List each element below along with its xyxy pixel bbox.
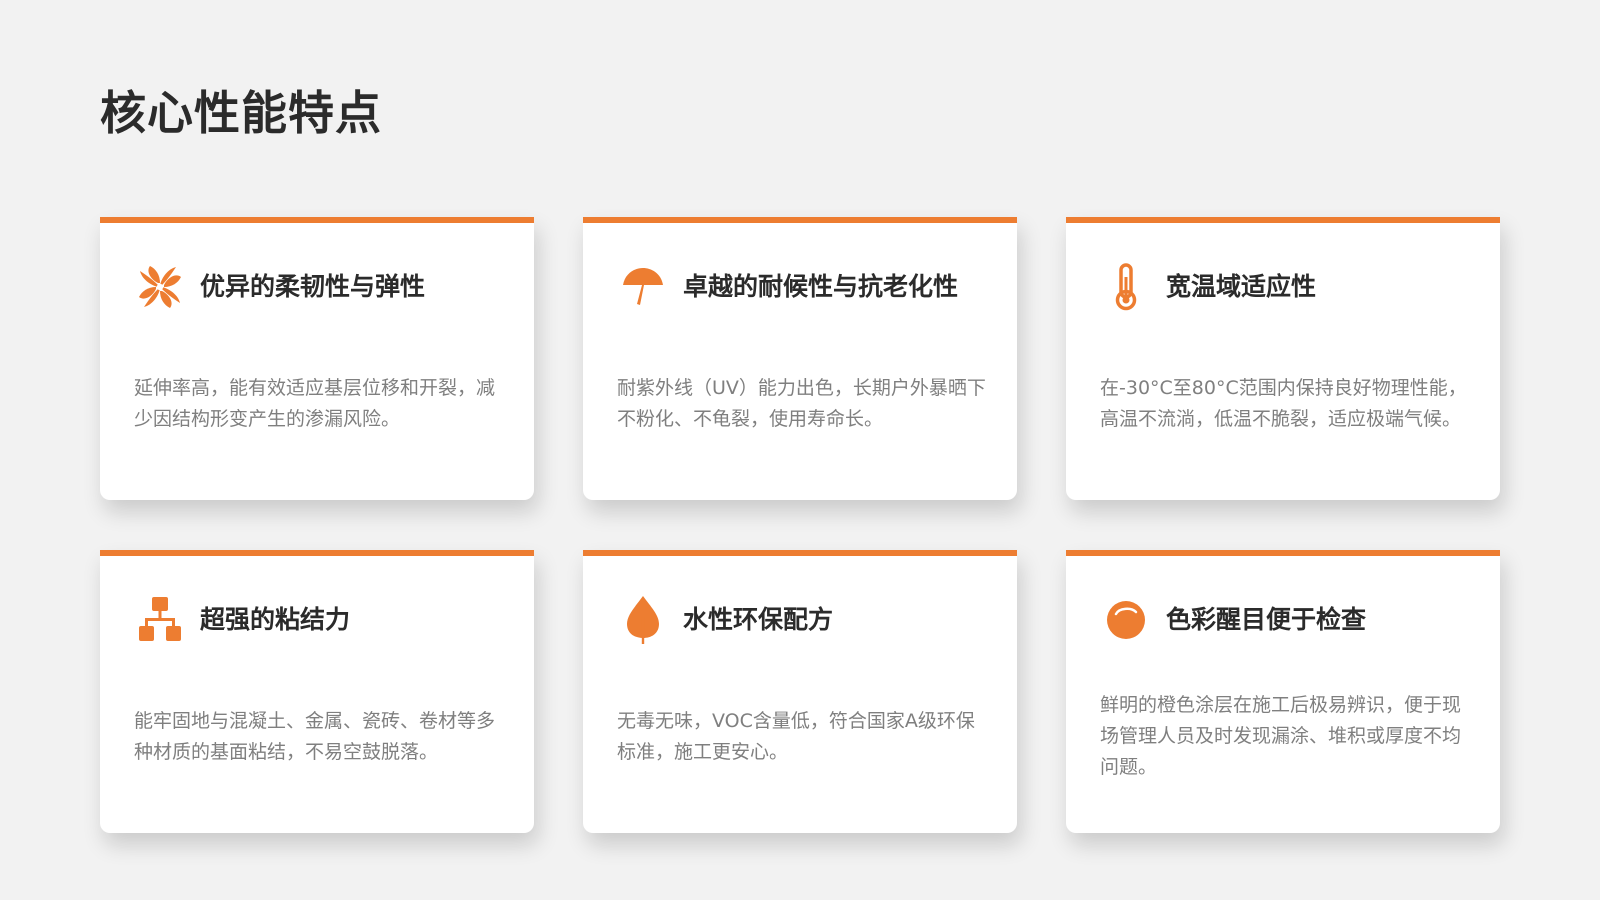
feature-grid: 优异的柔韧性与弹性 延伸率高，能有效适应基层位移和开裂，减少因结构形变产生的渗漏… [100,217,1500,833]
card-description: 延伸率高，能有效适应基层位移和开裂，减少因结构形变产生的渗漏风险。 [134,376,496,430]
feature-card-weather-resistance: 卓越的耐候性与抗老化性 耐紫外线（UV）能力出色，长期户外暴晒下不粉化、不龟裂，… [583,217,1017,500]
card-body: 能牢固地与混凝土、金属、瓷砖、卷材等多种材质的基面粘结，不易空鼓脱落。 [134,646,508,827]
card-title: 宽温域适应性 [1166,272,1317,301]
feature-card-adhesion: 超强的粘结力 能牢固地与混凝土、金属、瓷砖、卷材等多种材质的基面粘结，不易空鼓脱… [100,550,534,833]
card-header: 宽温域适应性 [1102,261,1480,313]
card-header: 优异的柔韧性与弹性 [136,261,514,313]
card-header: 色彩醒目便于检查 [1102,594,1480,646]
feature-card-color-visibility: 色彩醒目便于检查 鲜明的橙色涂层在施工后极易辨识，便于现场管理人员及时发现漏涂、… [1066,550,1500,833]
pinwheel-icon [136,263,184,311]
color-circle-icon [1102,596,1150,644]
card-description: 耐紫外线（UV）能力出色，长期户外暴晒下不粉化、不龟裂，使用寿命长。 [617,376,986,430]
card-description: 能牢固地与混凝土、金属、瓷砖、卷材等多种材质的基面粘结，不易空鼓脱落。 [134,709,496,763]
network-hierarchy-icon [136,596,184,644]
feature-card-temperature-range: 宽温域适应性 在-30°C至80°C范围内保持良好物理性能，高温不流淌，低温不脆… [1066,217,1500,500]
card-title: 水性环保配方 [683,605,834,634]
feature-card-eco-formula: 水性环保配方 无毒无味，VOC含量低，符合国家A级环保标准，施工更安心。 [583,550,1017,833]
card-body: 在-30°C至80°C范围内保持良好物理性能，高温不流淌，低温不脆裂，适应极端气… [1100,313,1474,494]
card-body: 无毒无味，VOC含量低，符合国家A级环保标准，施工更安心。 [617,646,991,827]
card-header: 卓越的耐候性与抗老化性 [619,261,997,313]
thermometer-icon [1102,263,1150,311]
leaf-icon [619,596,667,644]
card-description: 无毒无味，VOC含量低，符合国家A级环保标准，施工更安心。 [617,709,975,763]
card-title: 优异的柔韧性与弹性 [200,272,426,301]
card-body: 延伸率高，能有效适应基层位移和开裂，减少因结构形变产生的渗漏风险。 [134,313,508,494]
card-title: 超强的粘结力 [200,605,351,634]
page-title: 核心性能特点 [100,86,382,140]
card-header: 水性环保配方 [619,594,997,646]
card-description: 鲜明的橙色涂层在施工后极易辨识，便于现场管理人员及时发现漏涂、堆积或厚度不均问题… [1100,694,1462,778]
umbrella-icon [619,263,667,311]
feature-card-flexibility: 优异的柔韧性与弹性 延伸率高，能有效适应基层位移和开裂，减少因结构形变产生的渗漏… [100,217,534,500]
card-body: 耐紫外线（UV）能力出色，长期户外暴晒下不粉化、不龟裂，使用寿命长。 [617,313,991,494]
card-title: 卓越的耐候性与抗老化性 [683,272,959,301]
card-header: 超强的粘结力 [136,594,514,646]
card-body: 鲜明的橙色涂层在施工后极易辨识，便于现场管理人员及时发现漏涂、堆积或厚度不均问题… [1100,646,1474,827]
card-title: 色彩醒目便于检查 [1166,605,1367,634]
slide: 核心性能特点 优异的柔韧性与弹性 延伸率高，能有效适应基层位移和开裂，减少因结构… [0,0,1600,900]
card-description: 在-30°C至80°C范围内保持良好物理性能，高温不流淌，低温不脆裂，适应极端气… [1100,376,1467,430]
